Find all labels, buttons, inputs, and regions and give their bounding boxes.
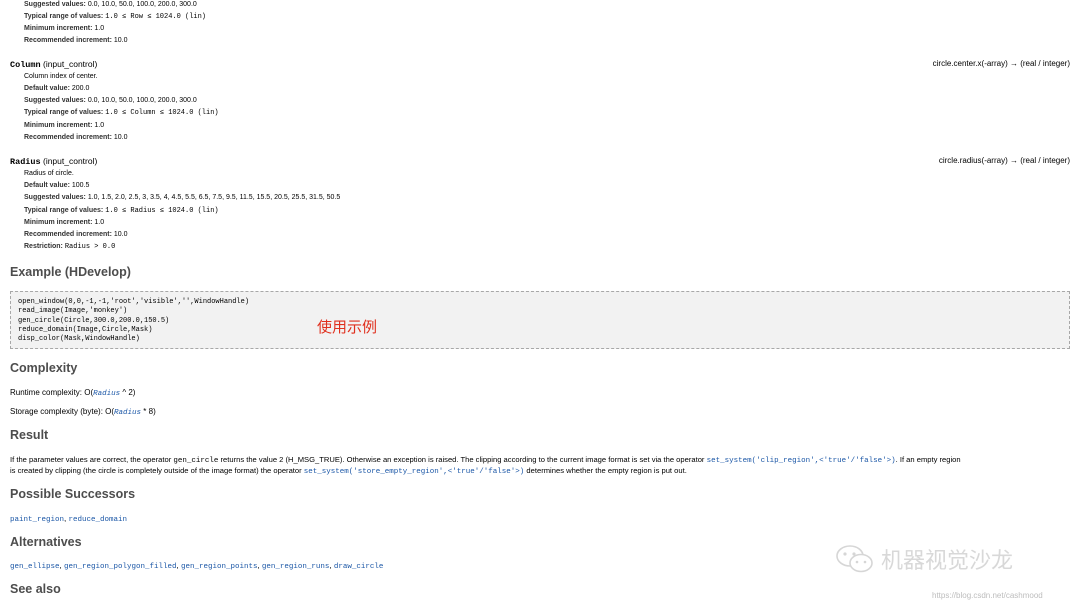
row-minimum-increment: Minimum increment: 1.0 (24, 25, 105, 32)
example-heading: Example (HDevelop) (10, 265, 131, 279)
radius-param-link[interactable]: Radius (114, 409, 141, 417)
radius-description: Radius of circle. (24, 170, 74, 177)
radius-suggested-values: Suggested values: 1.0, 1.5, 2.0, 2.5, 3,… (24, 194, 341, 201)
radius-recommended-increment: Recommended increment: 10.0 (24, 231, 128, 238)
alternatives-list: gen_ellipse, gen_region_polygon_filled, … (10, 561, 384, 571)
runtime-complexity: Runtime complexity: O(Radius ^ 2) (10, 388, 136, 398)
alternative-link[interactable]: gen_ellipse (10, 563, 60, 571)
alternative-link[interactable]: gen_region_points (181, 563, 258, 571)
see-also-heading: See also (10, 582, 61, 596)
alternatives-heading: Alternatives (10, 535, 82, 549)
watermark: 机器视觉沙龙 (835, 543, 1013, 575)
column-recommended-increment: Recommended increment: 10.0 (24, 134, 128, 141)
alternative-link[interactable]: draw_circle (334, 563, 384, 571)
possible-successors-heading: Possible Successors (10, 487, 136, 501)
successor-link[interactable]: paint_region (10, 516, 64, 524)
alternative-link[interactable]: gen_region_polygon_filled (64, 563, 177, 571)
operator-reference-page: Suggested values: 0.0, 10.0, 50.0, 100.0… (0, 0, 1080, 607)
result-line-2: is created by clipping (the circle is co… (10, 466, 687, 476)
radius-param-header: Radius (input_control) (10, 156, 98, 167)
usage-example-annotation: 使用示例 (317, 318, 378, 336)
example-code: open_window(0,0,-1,-1,'root','visible','… (18, 298, 250, 344)
column-typical-range: Typical range of values: 1.0 ≤ Column ≤ … (24, 109, 219, 117)
set-system-clip-region-link[interactable]: set_system('clip_region',<'true'/'false'… (707, 457, 896, 465)
radius-param-semantic: circle.radius(-array) → (real / integer) (938, 156, 1070, 165)
radius-minimum-increment: Minimum increment: 1.0 (24, 219, 105, 226)
column-description: Column index of center. (24, 73, 98, 80)
set-system-store-empty-region-link[interactable]: set_system('store_empty_region',<'true'/… (304, 468, 525, 476)
column-minimum-increment: Minimum increment: 1.0 (24, 122, 105, 129)
row-recommended-increment: Recommended increment: 10.0 (24, 37, 128, 44)
column-suggested-values: Suggested values: 0.0, 10.0, 50.0, 100.0… (24, 97, 197, 104)
radius-default-value: Default value: 100.5 (24, 182, 90, 189)
radius-typical-range: Typical range of values: 1.0 ≤ Radius ≤ … (24, 207, 219, 215)
watermark-url: https://blog.csdn.net/cashmood (932, 591, 1043, 600)
row-suggested-values: Suggested values: 0.0, 10.0, 50.0, 100.0… (24, 1, 197, 8)
column-param-semantic: circle.center.x(-array) → (real / intege… (932, 59, 1070, 68)
radius-param-link[interactable]: Radius (93, 390, 120, 398)
watermark-text: 机器视觉沙龙 (881, 549, 1014, 574)
storage-complexity: Storage complexity (byte): O(Radius * 8) (10, 407, 156, 417)
result-heading: Result (10, 428, 49, 442)
successors-list: paint_region, reduce_domain (10, 514, 127, 524)
alternative-link[interactable]: gen_region_runs (262, 563, 330, 571)
complexity-heading: Complexity (10, 361, 78, 375)
wechat-icon (836, 545, 873, 573)
example-code-block: open_window(0,0,-1,-1,'root','visible','… (10, 291, 1070, 349)
column-default-value: Default value: 200.0 (24, 85, 90, 92)
row-typical-range: Typical range of values: 1.0 ≤ Row ≤ 102… (24, 13, 207, 21)
successor-link[interactable]: reduce_domain (68, 516, 127, 524)
column-param-header: Column (input_control) (10, 59, 98, 70)
radius-restriction: Restriction: Radius > 0.0 (24, 243, 116, 251)
